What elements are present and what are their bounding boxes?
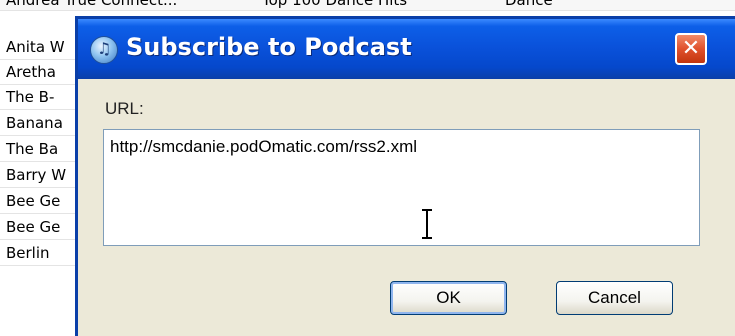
list-item[interactable]: Andrea True Connect... Top 100 Dance Hit… bbox=[0, 0, 735, 11]
artist-cell: Bee Ge bbox=[6, 218, 61, 236]
artist-cell: Anita W bbox=[6, 38, 65, 56]
url-label: URL: bbox=[105, 99, 144, 118]
dialog-title: Subscribe to Podcast bbox=[126, 33, 412, 61]
url-input-value: http://smcdanie.podOmatic.com/rss2.xml bbox=[110, 137, 418, 156]
artist-cell: The B- bbox=[6, 88, 55, 106]
album-cell: Top 100 Dance Hits bbox=[262, 0, 408, 9]
url-input[interactable]: http://smcdanie.podOmatic.com/rss2.xml bbox=[103, 129, 700, 246]
text-cursor-icon bbox=[422, 209, 432, 239]
ok-button[interactable]: OK bbox=[390, 281, 507, 315]
close-button[interactable]: ✕ bbox=[675, 33, 707, 65]
genre-cell: Dance bbox=[505, 0, 553, 9]
cancel-button[interactable]: Cancel bbox=[556, 281, 673, 315]
artist-cell: Berlin bbox=[6, 244, 50, 262]
subscribe-podcast-dialog: Subscribe to Podcast ✕ URL: http://smcda… bbox=[75, 16, 735, 336]
artist-cell: The Ba bbox=[6, 140, 59, 158]
artist-cell: Andrea True Connect... bbox=[6, 0, 178, 9]
artist-cell: Bee Ge bbox=[6, 192, 61, 210]
itunes-icon bbox=[90, 36, 118, 64]
artist-cell: Aretha bbox=[6, 63, 56, 81]
close-icon: ✕ bbox=[681, 36, 701, 61]
artist-cell: Barry W bbox=[6, 166, 67, 184]
artist-cell: Banana bbox=[6, 114, 63, 132]
title-bar[interactable]: Subscribe to Podcast ✕ bbox=[78, 19, 735, 79]
